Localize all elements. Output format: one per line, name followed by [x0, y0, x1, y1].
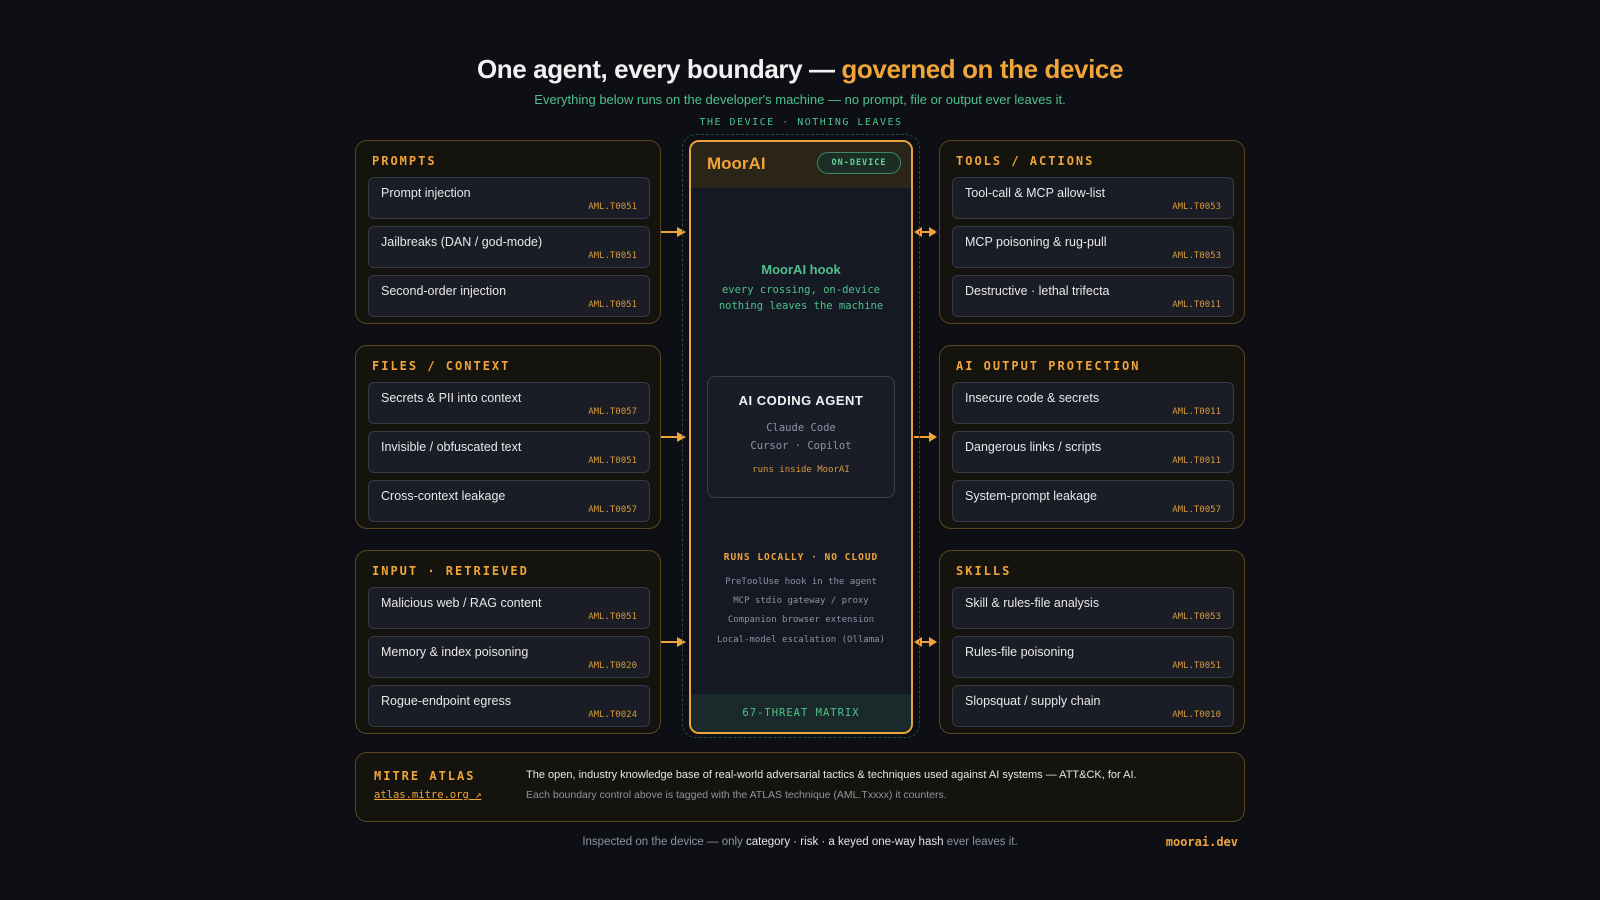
hook-line: nothing leaves the machine: [718, 300, 884, 312]
panel-title: INPUT · RETRIEVED: [372, 564, 529, 578]
atlas-code: AML.T0051: [588, 456, 637, 466]
atlas-code: AML.T0057: [588, 407, 637, 417]
panel-input-retrieved: INPUT · RETRIEVED Malicious web / RAG co…: [355, 550, 661, 734]
threat-item[interactable]: Rogue-endpoint egress AML.T0024: [368, 685, 650, 727]
agent-title: AI CODING AGENT: [738, 393, 864, 408]
panel-title: FILES / CONTEXT: [372, 359, 511, 373]
on-device-badge: ON-DEVICE: [817, 152, 901, 174]
threat-item[interactable]: Second-order injection AML.T0051: [368, 275, 650, 317]
threat-label: Destructive · lethal trifecta: [965, 284, 1110, 298]
threat-item[interactable]: MCP poisoning & rug-pull AML.T0053: [952, 226, 1234, 268]
page-subtitle: Everything below runs on the developer's…: [534, 92, 1066, 107]
panel-files-context: FILES / CONTEXT Secrets & PII into conte…: [355, 345, 661, 529]
threat-item[interactable]: Cross-context leakage AML.T0057: [368, 480, 650, 522]
mitre-atlas-panel: MITRE ATLAS atlas.mitre.org ↗ The open, …: [355, 752, 1245, 822]
atlas-description: The open, industry knowledge base of rea…: [526, 769, 1137, 781]
agent-note: runs inside MoorAI: [752, 465, 850, 475]
threat-label: Dangerous links / scripts: [965, 440, 1102, 454]
site-link[interactable]: moorai.dev: [1166, 835, 1238, 849]
title-main: One agent, every boundary —: [476, 54, 842, 84]
threat-label: Rogue-endpoint egress: [381, 694, 511, 708]
atlas-code: AML.T0057: [588, 505, 637, 515]
local-line: Companion browser extension: [727, 615, 875, 625]
atlas-note: Each boundary control above is tagged wi…: [526, 789, 947, 801]
atlas-code: AML.T0051: [1172, 661, 1221, 671]
threat-label: Skill & rules-file analysis: [965, 596, 1100, 610]
atlas-code: AML.T0011: [1172, 300, 1221, 310]
panel-title: PROMPTS: [372, 154, 437, 168]
threat-item[interactable]: Malicious web / RAG content AML.T0051: [368, 587, 650, 629]
threat-label: Cross-context leakage: [381, 489, 506, 503]
local-line: Local-model escalation (Ollama): [717, 635, 885, 645]
threat-label: Tool-call & MCP allow-list: [965, 186, 1106, 200]
footer-text: Inspected on the device — only category …: [0, 836, 1600, 848]
atlas-code: AML.T0010: [1172, 710, 1221, 720]
atlas-code: AML.T0053: [1172, 202, 1221, 212]
agent-line: Claude Code: [766, 422, 836, 434]
threat-item[interactable]: Slopsquat / supply chain AML.T0010: [952, 685, 1234, 727]
atlas-code: AML.T0011: [1172, 456, 1221, 466]
panel-prompts: PROMPTS Prompt injection AML.T0051 Jailbr…: [355, 140, 661, 324]
footer-emphasis: category · risk · a keyed one-way hash: [745, 836, 944, 848]
threat-label: Invisible / obfuscated text: [381, 440, 522, 454]
panel-ai-output-protection: AI OUTPUT PROTECTION Insecure code & sec…: [939, 345, 1245, 529]
footer-prefix: Inspected on the device — only: [582, 836, 746, 848]
atlas-code: AML.T0053: [1172, 251, 1221, 261]
atlas-code: AML.T0057: [1172, 505, 1221, 515]
hook-title: MoorAI hook: [761, 262, 841, 277]
threat-label: Jailbreaks (DAN / god-mode): [381, 235, 543, 249]
threat-label: Insecure code & secrets: [965, 391, 1100, 405]
atlas-code: AML.T0051: [588, 251, 637, 261]
title-highlight: governed on the device: [841, 54, 1124, 84]
page-title: One agent, every boundary — governed on …: [0, 54, 1600, 85]
panel-title: SKILLS: [956, 564, 1012, 578]
atlas-code: AML.T0011: [1172, 407, 1221, 417]
atlas-code: AML.T0053: [1172, 612, 1221, 622]
threat-label: Secrets & PII into context: [381, 391, 522, 405]
threat-item[interactable]: Tool-call & MCP allow-list AML.T0053: [952, 177, 1234, 219]
moorai-device: MoorAI ON-DEVICE MoorAI hook every cross…: [689, 140, 913, 734]
threat-matrix-bar: 67-THREAT MATRIX: [691, 694, 911, 732]
threat-item[interactable]: Rules-file poisoning AML.T0051: [952, 636, 1234, 678]
threat-item[interactable]: Jailbreaks (DAN / god-mode) AML.T0051: [368, 226, 650, 268]
local-line: MCP stdio gateway / proxy: [733, 596, 869, 606]
device-header: MoorAI ON-DEVICE: [691, 142, 911, 188]
threat-item[interactable]: Prompt injection AML.T0051: [368, 177, 650, 219]
atlas-code: AML.T0024: [588, 710, 637, 720]
brand-name: MoorAI: [707, 154, 766, 173]
threat-item[interactable]: Invisible / obfuscated text AML.T0051: [368, 431, 650, 473]
threat-item[interactable]: Dangerous links / scripts AML.T0011: [952, 431, 1234, 473]
threat-label: Second-order injection: [381, 284, 507, 298]
threat-item[interactable]: Destructive · lethal trifecta AML.T0011: [952, 275, 1234, 317]
threat-label: Slopsquat / supply chain: [965, 694, 1101, 708]
threat-label: Rules-file poisoning: [965, 645, 1075, 659]
threat-item[interactable]: Insecure code & secrets AML.T0011: [952, 382, 1234, 424]
footer-suffix: ever leaves it.: [943, 836, 1018, 848]
atlas-code: AML.T0020: [588, 661, 637, 671]
panel-skills: SKILLS Skill & rules-file analysis AML.T0…: [939, 550, 1245, 734]
threat-item[interactable]: Secrets & PII into context AML.T0057: [368, 382, 650, 424]
threat-item[interactable]: System-prompt leakage AML.T0057: [952, 480, 1234, 522]
local-title: RUNS LOCALLY · NO CLOUD: [723, 552, 879, 563]
threat-item[interactable]: Memory & index poisoning AML.T0020: [368, 636, 650, 678]
panel-tools-actions: TOOLS / ACTIONS Tool-call & MCP allow-li…: [939, 140, 1245, 324]
atlas-code: AML.T0051: [588, 202, 637, 212]
threat-label: MCP poisoning & rug-pull: [965, 235, 1107, 249]
threat-item[interactable]: Skill & rules-file analysis AML.T0053: [952, 587, 1234, 629]
local-line: PreToolUse hook in the agent: [725, 577, 877, 587]
threat-label: Prompt injection: [381, 186, 471, 200]
threat-label: System-prompt leakage: [965, 489, 1098, 503]
threat-label: Malicious web / RAG content: [381, 596, 542, 610]
threat-label: Memory & index poisoning: [381, 645, 529, 659]
atlas-title: MITRE ATLAS: [374, 769, 476, 783]
ai-coding-agent-box: AI CODING AGENT Claude Code Cursor · Cop…: [707, 376, 895, 498]
hook-line: every crossing, on-device: [721, 284, 881, 296]
device-zone-label: THE DEVICE · NOTHING LEAVES: [699, 117, 903, 128]
atlas-code: AML.T0051: [588, 612, 637, 622]
agent-line: Cursor · Copilot: [750, 440, 852, 452]
panel-title: TOOLS / ACTIONS: [956, 154, 1095, 168]
atlas-link[interactable]: atlas.mitre.org ↗: [374, 789, 481, 801]
atlas-code: AML.T0051: [588, 300, 637, 310]
panel-title: AI OUTPUT PROTECTION: [956, 359, 1141, 373]
